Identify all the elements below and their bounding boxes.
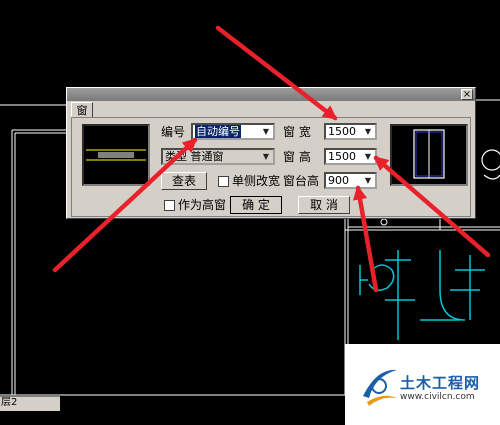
leixing-value: 普通窗 [190,150,224,163]
chuang-gao-combo[interactable]: 1500 ▼ [324,148,377,165]
watermark-url: www.civilcn.com [400,392,475,402]
leixing-label: 类型 [165,150,187,163]
close-icon: × [462,89,472,100]
bianhao-combo[interactable]: 自动编号 ▼ [191,123,275,140]
chuang-kuan-combo[interactable]: 1500 ▼ [324,123,377,140]
danze-gaikuan-label: 单侧改宽 [232,174,281,188]
dialog-titlebar[interactable]: × [67,88,475,101]
window-plan-icon [86,149,146,161]
chuang-kuan-label: 窗 宽 [283,125,311,139]
bianhao-label: 编号 [161,125,186,139]
dialog-panel: 编号 自动编号 ▼ 窗 宽 1500 ▼ 类型 普通窗 ▼ 窗 高 1500 ▼… [71,117,471,217]
window-elevation-preview [390,124,468,186]
quxiao-button[interactable]: 取 消 [298,196,350,214]
chevron-down-icon[interactable]: ▼ [362,126,374,137]
watermark-name: 土木工程网 [400,374,481,392]
chevron-down-icon[interactable]: ▼ [260,151,272,162]
layout-tab[interactable]: 层2 [0,396,17,410]
window-elevation-icon [413,129,445,179]
chuang-gao-value: 1500 [328,150,356,163]
zuowei-gaochuang-label: 作为高窗 [178,198,227,212]
window-plan-preview [82,124,150,186]
window-insert-dialog: × 窗 编号 自动编号 ▼ 窗 宽 1500 ▼ 类型 普通窗 ▼ 窗 高 15… [66,87,476,219]
chevron-down-icon[interactable]: ▼ [260,126,272,137]
tab-window[interactable]: 窗 [71,102,93,118]
queding-button[interactable]: 确 定 [230,196,282,214]
chabiao-button[interactable]: 查表 [161,172,207,190]
civilcn-logo-icon [363,369,397,406]
chuangtai-gao-combo[interactable]: 900 ▼ [324,172,377,189]
close-button[interactable]: × [461,89,473,100]
chuang-gao-label: 窗 高 [283,150,311,164]
bianhao-value: 自动编号 [195,125,241,138]
zuowei-gaochuang-checkbox[interactable] [164,200,175,211]
chevron-down-icon[interactable]: ▼ [362,151,374,162]
chuangtai-gao-label: 窗台高 [283,174,320,188]
danze-gaikuan-checkbox[interactable] [218,176,229,187]
chuangtai-gao-value: 900 [328,174,349,187]
chuang-kuan-value: 1500 [328,125,356,138]
leixing-combo[interactable]: 类型 普通窗 ▼ [161,148,275,165]
chevron-down-icon[interactable]: ▼ [362,175,374,186]
